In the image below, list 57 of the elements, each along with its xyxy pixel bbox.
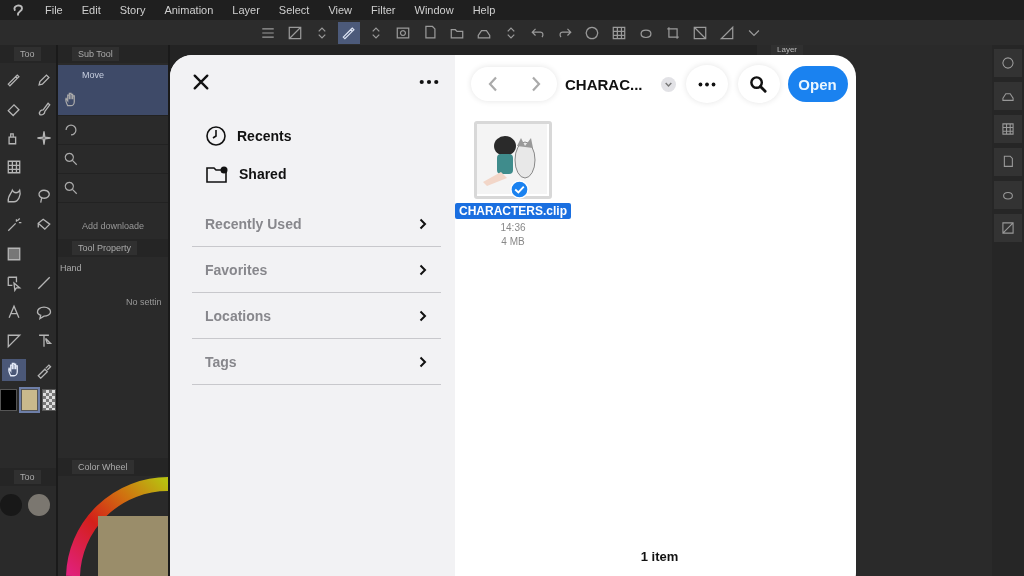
file-time: 14:36 <box>500 222 526 233</box>
more-icon[interactable] <box>419 79 439 85</box>
add-button[interactable]: Add downloade <box>82 221 145 231</box>
chevron-icon <box>419 355 427 368</box>
file-size: 4 MB <box>501 236 525 247</box>
search-icon <box>749 74 768 94</box>
panel-tab[interactable]: Sub Tool <box>72 47 119 61</box>
sub-tool-item[interactable] <box>58 85 168 116</box>
chevron-icon <box>419 217 427 230</box>
artwork-thumbnail[interactable] <box>474 121 552 199</box>
side-grid-icon[interactable] <box>994 115 1022 143</box>
search-button[interactable] <box>737 65 780 103</box>
menu-item[interactable]: View <box>328 4 353 16</box>
panel-tab[interactable]: Too <box>14 47 41 61</box>
panel-tab[interactable]: Too <box>14 470 41 484</box>
menu-item[interactable]: Layer <box>232 4 260 16</box>
side-blob-icon[interactable] <box>994 181 1022 209</box>
menu-item[interactable]: File <box>45 4 63 16</box>
menu-item[interactable]: Window <box>414 4 454 16</box>
toolbar-pen-icon[interactable] <box>338 21 360 44</box>
color-circle[interactable] <box>28 494 50 516</box>
side-square-icon[interactable] <box>994 214 1022 242</box>
chevron-icon <box>419 263 427 276</box>
sidebar-item[interactable]: Shared <box>239 166 287 182</box>
more-icon <box>697 81 716 87</box>
side-document-icon[interactable] <box>994 148 1022 176</box>
menu-item[interactable]: Help <box>472 4 496 16</box>
menu-item[interactable]: Edit <box>81 4 101 16</box>
chevron-icon <box>419 309 427 322</box>
panel-tab[interactable]: Color Wheel <box>72 460 134 474</box>
close-icon[interactable] <box>192 73 210 91</box>
logo-icon[interactable] <box>10 2 26 18</box>
item-count: 1 item <box>639 549 680 564</box>
child-and-cat-drawing <box>483 136 536 186</box>
folder-icon <box>205 164 229 184</box>
transparent-swatch[interactable] <box>42 389 56 411</box>
file-name[interactable]: CHARACTERS.clip <box>455 203 571 219</box>
sidebar-item[interactable]: Recents <box>237 128 292 144</box>
hand-tool-icon[interactable] <box>2 359 26 381</box>
empty-message: No settin <box>125 297 163 307</box>
sub-tool-group[interactable]: Move <box>58 65 168 85</box>
panel-tab[interactable]: Tool Property <box>72 241 138 255</box>
tool-name: Hand <box>59 262 83 275</box>
panel-tab[interactable]: Layer <box>771 45 803 55</box>
menu-item[interactable]: Filter <box>371 4 396 16</box>
zoom-icon <box>62 179 80 197</box>
side-tray-icon[interactable] <box>994 82 1022 110</box>
dropdown-icon[interactable] <box>660 76 676 92</box>
color-swatch[interactable] <box>0 389 17 411</box>
zoom-icon <box>62 150 80 168</box>
menu-item[interactable]: Animation <box>164 4 214 16</box>
menu-item[interactable]: Select <box>278 4 310 16</box>
more-button[interactable] <box>685 65 728 103</box>
folder-title: CHARAC... <box>565 75 643 93</box>
clock-icon <box>205 125 227 147</box>
color-swatch[interactable] <box>21 389 38 411</box>
menu-item[interactable]: Story <box>119 4 146 16</box>
